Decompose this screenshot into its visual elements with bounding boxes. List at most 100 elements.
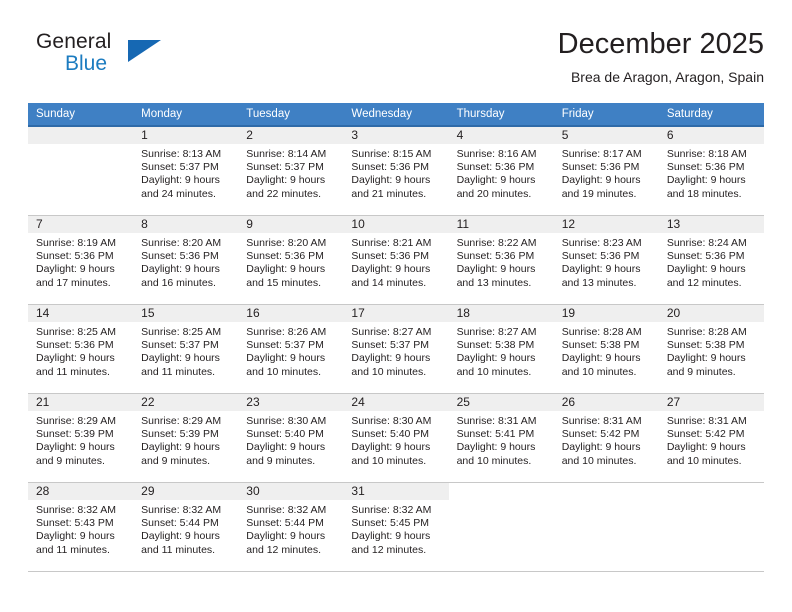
- day-cell-inner: 4 Sunrise: 8:16 AM Sunset: 5:36 PM Daylight…: [448, 127, 554, 215]
- calendar-day-cell[interactable]: 1 Sunrise: 8:13 AM Sunset: 5:37 PM Daylight…: [133, 126, 239, 216]
- sunset-text: Sunset: 5:36 PM: [141, 250, 219, 263]
- calendar-day-cell[interactable]: 8 Sunrise: 8:20 AM Sunset: 5:36 PM Daylight…: [133, 215, 239, 305]
- daylight-text-line1: Daylight: 9 hours: [666, 441, 746, 454]
- day-cell-inner: 31 Sunrise: 8:32 AM Sunset: 5:45 PM Dayligh…: [343, 483, 449, 571]
- sunset-text: Sunset: 5:38 PM: [561, 339, 640, 352]
- day-cell-inner: 19 Sunrise: 8:28 AM Sunset: 5:38 PM Dayligh…: [553, 305, 659, 393]
- sunset-text: Sunset: 5:38 PM: [666, 339, 745, 352]
- daylight-text-line2: and 10 minutes.: [351, 454, 427, 467]
- calendar-day-cell[interactable]: 27 Sunrise: 8:31 AM Sunset: 5:42 PM Dayligh…: [658, 393, 764, 483]
- day-cell-inner: 15 Sunrise: 8:25 AM Sunset: 5:37 PM Dayligh…: [133, 305, 239, 393]
- day-number: 19: [553, 305, 659, 322]
- day-details: Sunrise: 8:29 AM Sunset: 5:39 PM Daylight:…: [133, 411, 238, 468]
- calendar-day-cell[interactable]: 17 Sunrise: 8:27 AM Sunset: 5:37 PM Dayligh…: [343, 304, 449, 394]
- day-cell-inner: 26 Sunrise: 8:31 AM Sunset: 5:42 PM Dayligh…: [553, 394, 659, 482]
- calendar-day-cell[interactable]: 25 Sunrise: 8:31 AM Sunset: 5:41 PM Dayligh…: [448, 393, 554, 483]
- daylight-text-line1: Daylight: 9 hours: [141, 441, 220, 454]
- daylight-text-line2: and 24 minutes.: [141, 187, 216, 200]
- sunset-text: Sunset: 5:44 PM: [141, 517, 219, 530]
- daylight-text-line1: Daylight: 9 hours: [456, 352, 536, 365]
- sunrise-text: Sunrise: 8:15 AM: [351, 148, 432, 160]
- day-number: 9: [238, 216, 344, 233]
- calendar-day-cell[interactable]: 29 Sunrise: 8:32 AM Sunset: 5:44 PM Dayligh…: [133, 482, 239, 572]
- sunrise-text: Sunrise: 8:30 AM: [246, 415, 327, 427]
- day-number: 15: [133, 305, 239, 322]
- daylight-text-line2: and 10 minutes.: [561, 454, 637, 467]
- calendar-week-row: 21 Sunrise: 8:29 AM Sunset: 5:39 PM Dayligh…: [28, 393, 764, 483]
- weekday-header-monday: Monday: [133, 103, 239, 127]
- daylight-text-line2: and 10 minutes.: [456, 365, 532, 378]
- daylight-text-line1: Daylight: 9 hours: [456, 441, 536, 454]
- calendar-day-cell[interactable]: 18 Sunrise: 8:27 AM Sunset: 5:38 PM Dayligh…: [448, 304, 554, 394]
- day-details: Sunrise: 8:28 AM Sunset: 5:38 PM Daylight:…: [659, 322, 764, 379]
- calendar-day-cell[interactable]: 26 Sunrise: 8:31 AM Sunset: 5:42 PM Dayligh…: [553, 393, 659, 483]
- calendar-day-cell[interactable]: 12 Sunrise: 8:23 AM Sunset: 5:36 PM Dayligh…: [553, 215, 659, 305]
- calendar-day-cell[interactable]: 20 Sunrise: 8:28 AM Sunset: 5:38 PM Dayligh…: [658, 304, 764, 394]
- day-details: Sunrise: 8:20 AM Sunset: 5:36 PM Daylight:…: [238, 233, 343, 290]
- calendar-day-cell[interactable]: 14 Sunrise: 8:25 AM Sunset: 5:36 PM Dayligh…: [28, 304, 134, 394]
- calendar-day-cell[interactable]: 6 Sunrise: 8:18 AM Sunset: 5:36 PM Daylight…: [658, 126, 764, 216]
- day-number: 16: [238, 305, 344, 322]
- calendar-day-cell[interactable]: 5 Sunrise: 8:17 AM Sunset: 5:36 PM Daylight…: [553, 126, 659, 216]
- sunset-text: Sunset: 5:42 PM: [561, 428, 640, 441]
- daylight-text-line1: Daylight: 9 hours: [36, 530, 115, 543]
- daylight-text-line2: and 9 minutes.: [36, 454, 105, 467]
- daylight-text-line1: Daylight: 9 hours: [351, 530, 431, 543]
- daylight-text-line2: and 18 minutes.: [666, 187, 742, 200]
- day-details: Sunrise: 8:32 AM Sunset: 5:44 PM Daylight:…: [133, 500, 238, 557]
- day-cell-inner: [448, 483, 554, 571]
- calendar-day-cell[interactable]: 9 Sunrise: 8:20 AM Sunset: 5:36 PM Daylight…: [238, 215, 344, 305]
- calendar-day-cell[interactable]: 22 Sunrise: 8:29 AM Sunset: 5:39 PM Dayligh…: [133, 393, 239, 483]
- calendar-day-cell[interactable]: 23 Sunrise: 8:30 AM Sunset: 5:40 PM Dayligh…: [238, 393, 344, 483]
- calendar-day-cell[interactable]: 30 Sunrise: 8:32 AM Sunset: 5:44 PM Dayligh…: [238, 482, 344, 572]
- calendar-day-cell[interactable]: 10 Sunrise: 8:21 AM Sunset: 5:36 PM Dayligh…: [343, 215, 449, 305]
- daylight-text-line2: and 15 minutes.: [246, 276, 321, 289]
- weekday-header-sunday: Sunday: [28, 103, 134, 127]
- calendar-week-row: 28 Sunrise: 8:32 AM Sunset: 5:43 PM Dayligh…: [28, 482, 764, 572]
- calendar-day-cell[interactable]: 13 Sunrise: 8:24 AM Sunset: 5:36 PM Dayligh…: [658, 215, 764, 305]
- day-number: 4: [448, 127, 554, 144]
- day-number: 10: [343, 216, 449, 233]
- daylight-text-line1: Daylight: 9 hours: [666, 263, 746, 276]
- sunrise-text: Sunrise: 8:25 AM: [141, 326, 222, 338]
- day-number: [658, 483, 764, 500]
- calendar-day-cell[interactable]: 7 Sunrise: 8:19 AM Sunset: 5:36 PM Daylight…: [28, 215, 134, 305]
- calendar-day-cell[interactable]: 3 Sunrise: 8:15 AM Sunset: 5:36 PM Daylight…: [343, 126, 449, 216]
- logo[interactable]: General Blue: [36, 30, 186, 86]
- calendar-day-cell[interactable]: 4 Sunrise: 8:16 AM Sunset: 5:36 PM Daylight…: [448, 126, 554, 216]
- calendar-day-cell[interactable]: 15 Sunrise: 8:25 AM Sunset: 5:37 PM Dayligh…: [133, 304, 239, 394]
- calendar-day-cell[interactable]: 19 Sunrise: 8:28 AM Sunset: 5:38 PM Dayligh…: [553, 304, 659, 394]
- sunset-text: Sunset: 5:36 PM: [36, 339, 114, 352]
- weekday-header-friday: Friday: [553, 103, 659, 127]
- daylight-text-line2: and 12 minutes.: [666, 276, 742, 289]
- sunrise-text: Sunrise: 8:31 AM: [666, 415, 747, 427]
- calendar-day-cell[interactable]: 28 Sunrise: 8:32 AM Sunset: 5:43 PM Dayligh…: [28, 482, 134, 572]
- daylight-text-line2: and 10 minutes.: [561, 365, 637, 378]
- day-details: Sunrise: 8:31 AM Sunset: 5:42 PM Daylight:…: [554, 411, 659, 468]
- calendar-day-cell[interactable]: 24 Sunrise: 8:30 AM Sunset: 5:40 PM Dayligh…: [343, 393, 449, 483]
- day-details: Sunrise: 8:31 AM Sunset: 5:41 PM Daylight:…: [449, 411, 554, 468]
- daylight-text-line1: Daylight: 9 hours: [141, 174, 220, 187]
- calendar-day-cell[interactable]: 2 Sunrise: 8:14 AM Sunset: 5:37 PM Daylight…: [238, 126, 344, 216]
- daylight-text-line1: Daylight: 9 hours: [456, 263, 536, 276]
- calendar-day-cell[interactable]: 16 Sunrise: 8:26 AM Sunset: 5:37 PM Dayligh…: [238, 304, 344, 394]
- daylight-text-line1: Daylight: 9 hours: [351, 263, 431, 276]
- day-cell-inner: 18 Sunrise: 8:27 AM Sunset: 5:38 PM Dayligh…: [448, 305, 554, 393]
- day-number: 20: [658, 305, 764, 322]
- calendar-day-cell[interactable]: 31 Sunrise: 8:32 AM Sunset: 5:45 PM Dayligh…: [343, 482, 449, 572]
- calendar-body: 1 Sunrise: 8:13 AM Sunset: 5:37 PM Daylight…: [28, 126, 764, 572]
- day-details: Sunrise: 8:22 AM Sunset: 5:36 PM Daylight:…: [449, 233, 554, 290]
- sunrise-text: Sunrise: 8:16 AM: [456, 148, 537, 160]
- day-details: Sunrise: 8:17 AM Sunset: 5:36 PM Daylight:…: [554, 144, 659, 201]
- daylight-text-line2: and 11 minutes.: [141, 543, 216, 556]
- calendar-day-cell[interactable]: 21 Sunrise: 8:29 AM Sunset: 5:39 PM Dayligh…: [28, 393, 134, 483]
- day-cell-inner: 2 Sunrise: 8:14 AM Sunset: 5:37 PM Daylight…: [238, 127, 344, 215]
- sunset-text: Sunset: 5:36 PM: [246, 250, 324, 263]
- day-cell-inner: 12 Sunrise: 8:23 AM Sunset: 5:36 PM Dayligh…: [553, 216, 659, 304]
- weekday-header-wednesday: Wednesday: [343, 103, 449, 127]
- calendar-day-cell[interactable]: 11 Sunrise: 8:22 AM Sunset: 5:36 PM Dayligh…: [448, 215, 554, 305]
- daylight-text-line2: and 9 minutes.: [246, 454, 316, 467]
- day-cell-inner: 11 Sunrise: 8:22 AM Sunset: 5:36 PM Dayligh…: [448, 216, 554, 304]
- sunset-text: Sunset: 5:41 PM: [456, 428, 535, 441]
- calendar-week-row: 7 Sunrise: 8:19 AM Sunset: 5:36 PM Daylight…: [28, 215, 764, 305]
